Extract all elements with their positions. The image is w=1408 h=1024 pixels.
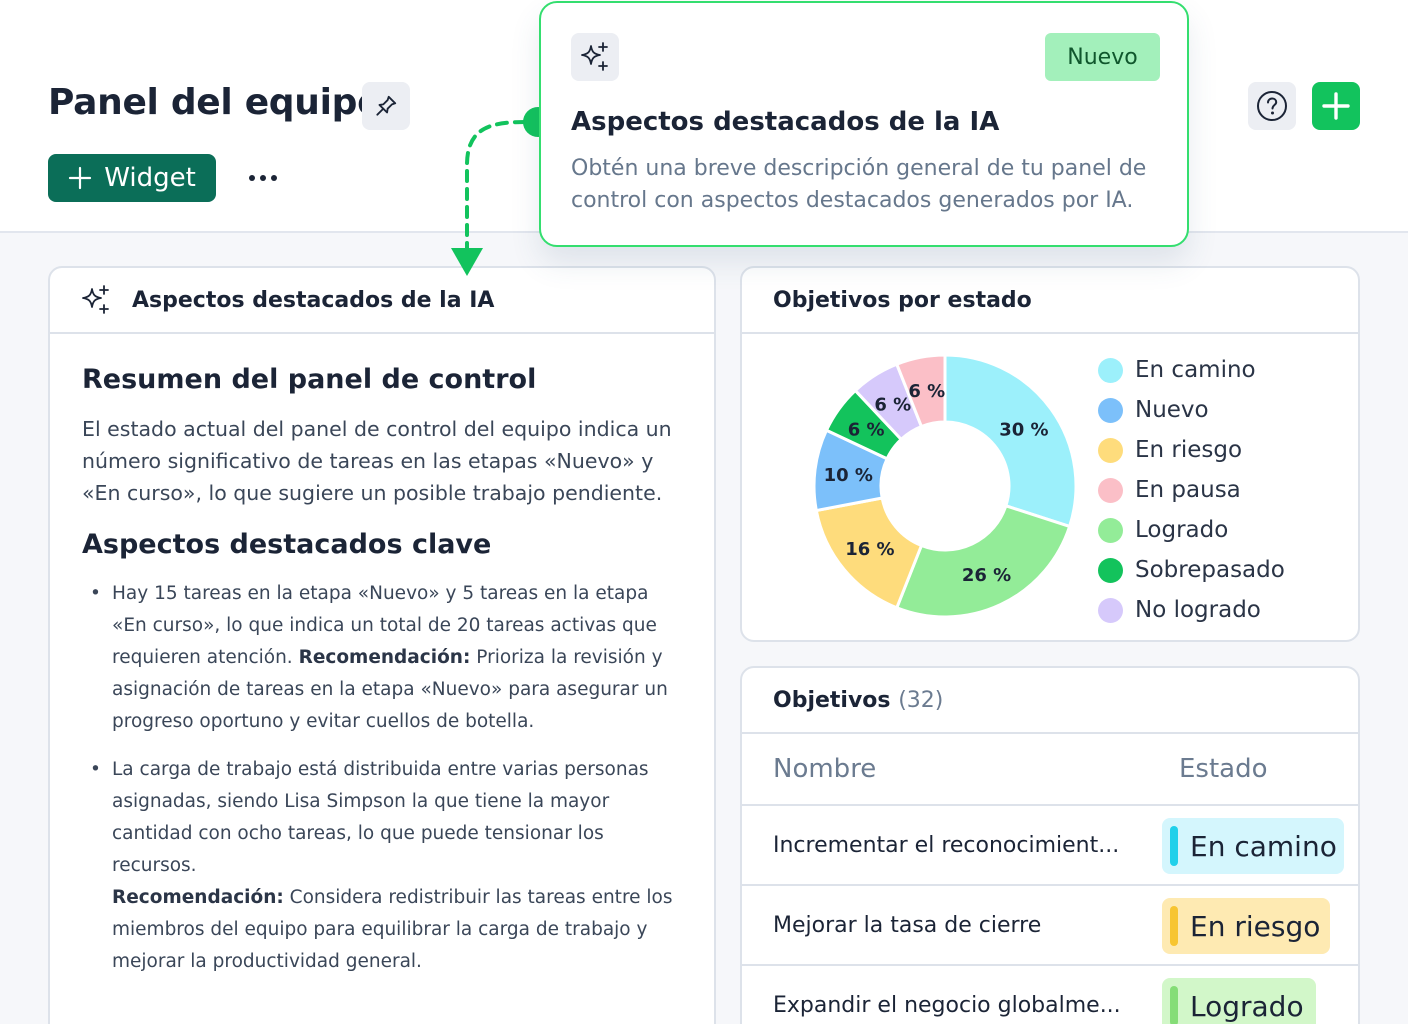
slice-value-label: 30 % [999,420,1048,441]
table-row[interactable]: Expandir el negocio globalme... Logrado [742,966,1358,1024]
slice-value-label: 6 % [908,381,945,402]
column-header-status[interactable]: Estado [1179,754,1268,784]
recommendation-label: Recomendación: [298,647,471,668]
column-header-name[interactable]: Nombre [773,754,876,784]
add-widget-label: Widget [104,163,196,193]
callout-description: Obtén una breve descripción general de t… [571,156,1147,213]
callout-icon-box [571,33,619,81]
legend-swatch [1098,597,1123,623]
status-badge[interactable]: Logrado [1162,978,1316,1024]
summary-heading: Resumen del panel de control [82,364,537,395]
highlights-list: Hay 15 tareas en la etapa «Nuevo» y 5 ta… [82,578,682,978]
legend-swatch [1098,557,1123,583]
table-title: Objetivos [773,687,891,713]
objective-name[interactable]: Mejorar la tasa de cierre [773,886,1041,964]
legend-label: Sobrepasado [1135,557,1285,583]
legend-swatch [1098,517,1123,543]
legend-item: Sobrepasado [1098,550,1285,590]
status-color-bar [1170,986,1178,1024]
legend-swatch [1098,357,1123,383]
table-card-header: Objetivos (32) [742,668,1358,734]
sparkle-icon [581,42,608,71]
summary-text: El estado actual del panel de control de… [82,417,672,505]
add-widget-button[interactable]: Widget [48,154,216,202]
legend-label: No logrado [1135,597,1261,623]
help-icon [1257,91,1287,121]
chart-legend: En camino Nuevo En riesgo En pausa Logrado So… [1098,350,1285,630]
status-badge[interactable]: En riesgo [1162,898,1330,954]
slice-value-label: 6 % [848,420,885,441]
legend-label: En pausa [1135,477,1241,503]
slice-value-label: 26 % [962,565,1011,586]
legend-item: En riesgo [1098,430,1285,470]
legend-label: En riesgo [1135,437,1243,463]
sparkle-icon [82,285,109,314]
objectives-count: (32) [898,687,944,713]
legend-swatch [1098,477,1123,503]
chart-card-title: Objetivos por estado [773,287,1032,313]
callout-title: Aspectos destacados de la IA [571,107,1000,137]
table-row[interactable]: Mejorar la tasa de cierre En riesgo [742,886,1358,966]
ai-feature-callout: Nuevo Aspectos destacados de la IA Obtén… [539,1,1189,247]
status-color-bar [1170,906,1178,946]
pin-icon [376,95,397,116]
legend-item: Logrado [1098,510,1285,550]
ai-highlights-card: Aspectos destacados de la IA Resumen del… [48,266,716,1024]
slice-value-label: 10 % [824,465,873,486]
legend-label: En camino [1135,357,1256,383]
plus-icon [69,166,92,190]
slice-value-label: 6 % [874,395,911,416]
status-color-bar [1170,826,1178,866]
objective-name[interactable]: Incrementar el reconocimient... [773,806,1119,884]
key-highlights-heading: Aspectos destacados clave [82,529,492,560]
donut-chart: 30 %26 %16 %10 %6 %6 %6 % [812,353,1078,619]
donut-slice[interactable] [943,353,1078,529]
table-body: Incrementar el reconocimient... En camino… [742,806,1358,1024]
more-icon [249,175,277,181]
ai-highlights-title: Aspectos destacados de la IA [132,287,495,313]
legend-item: En camino [1098,350,1285,390]
highlight-item: La carga de trabajo está distribuida ent… [82,754,682,978]
objectives-by-status-card: Objetivos por estado 30 % 26 % 16 % 10 % 6 %… [740,266,1360,642]
add-button[interactable] [1312,82,1360,130]
status-label: En riesgo [1190,909,1321,943]
chart-card-header: Objetivos por estado [742,268,1358,334]
status-label: Logrado [1190,989,1304,1023]
status-badge[interactable]: En camino [1162,818,1344,874]
page-title: Panel del equipo [48,82,382,123]
legend-swatch [1098,397,1123,423]
table-card-title: Objetivos (32) [773,688,943,713]
legend-item: No logrado [1098,590,1285,630]
legend-item: En pausa [1098,470,1285,510]
highlight-text: La carga de trabajo está distribuida ent… [112,759,649,876]
pin-button[interactable] [362,82,410,130]
plus-icon [1322,92,1350,120]
recommendation-label: Recomendación: [112,887,284,908]
objective-name[interactable]: Expandir el negocio globalme... [773,966,1121,1024]
table-header: Nombre Estado [742,734,1358,806]
legend-item: Nuevo [1098,390,1285,430]
legend-label: Logrado [1135,517,1229,543]
legend-swatch [1098,437,1123,463]
objectives-table-card: Objetivos (32) Nombre Estado Incrementar… [740,666,1360,1024]
legend-label: Nuevo [1135,397,1209,423]
highlight-item: Hay 15 tareas en la etapa «Nuevo» y 5 ta… [82,578,682,738]
status-label: En camino [1190,829,1337,863]
chart-area: 30 % 26 % 16 % 10 % 6 % 6 % 6 % En camino Nuevo… [742,334,1358,640]
table-row[interactable]: Incrementar el reconocimient... En camino [742,806,1358,886]
donut-slice[interactable] [894,503,1072,619]
help-button[interactable] [1248,82,1296,130]
new-badge: Nuevo [1045,33,1160,81]
ai-highlights-header: Aspectos destacados de la IA [50,268,714,334]
slice-value-label: 16 % [845,539,894,560]
more-options-button[interactable] [240,158,286,198]
